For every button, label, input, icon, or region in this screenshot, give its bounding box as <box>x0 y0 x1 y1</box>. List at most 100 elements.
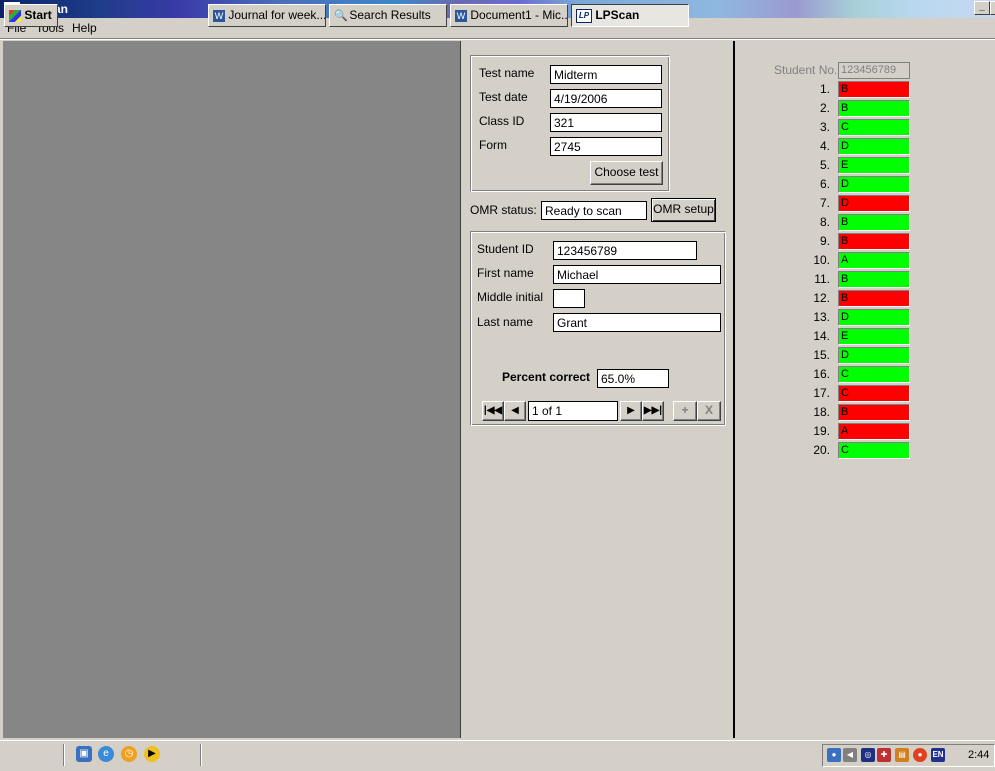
antivirus-icon[interactable]: ● <box>913 748 927 762</box>
search-icon: 🔍 <box>334 9 348 22</box>
last-record-icon[interactable]: ▶▶| <box>642 401 664 421</box>
first-name-field[interactable]: Michael <box>553 265 721 284</box>
class-id-field[interactable]: 321 <box>550 113 662 132</box>
test-date-field[interactable]: 4/19/2006 <box>550 89 662 108</box>
answer-incorrect: A <box>838 423 910 440</box>
answer-number: 18. <box>813 405 830 419</box>
menu-divider <box>0 38 995 40</box>
answer-incorrect: C <box>838 385 910 402</box>
form-label: Form <box>479 138 507 152</box>
answer-number: 3. <box>819 120 830 134</box>
language-indicator[interactable]: EN <box>931 748 945 762</box>
taskbar-separator-2 <box>200 744 202 766</box>
scan-image-panel <box>3 41 461 738</box>
answer-number: 9. <box>819 234 830 248</box>
security-icon[interactable]: ✚ <box>877 748 891 762</box>
student-id-label: Student ID <box>477 242 534 256</box>
answer-correct: D <box>838 347 910 364</box>
answer-number: 12. <box>813 291 830 305</box>
answer-incorrect: B <box>838 233 910 250</box>
answer-correct: C <box>838 366 910 383</box>
settings-icon[interactable]: ◎ <box>861 748 875 762</box>
answer-number: 16. <box>813 367 830 381</box>
middle-initial-field[interactable] <box>553 289 585 308</box>
answer-number: 10. <box>813 253 830 267</box>
answer-correct: A <box>838 252 910 269</box>
test-name-label: Test name <box>479 66 535 80</box>
omr-status-field: Ready to scan <box>541 201 647 220</box>
last-name-label: Last name <box>477 315 534 329</box>
first-name-label: First name <box>477 266 534 280</box>
task-search-results[interactable]: 🔍 Search Results <box>329 4 447 27</box>
media-player-icon[interactable]: ▶ <box>144 746 160 762</box>
answer-number: 6. <box>819 177 830 191</box>
answer-number: 20. <box>813 443 830 457</box>
first-record-icon[interactable]: |◀◀ <box>482 401 504 421</box>
word-doc-icon: W <box>213 9 225 22</box>
task-journal-label: Journal for week... <box>228 8 326 22</box>
answer-number: 15. <box>813 348 830 362</box>
maximize-button[interactable] <box>990 1 995 15</box>
prev-record-icon[interactable]: ◀ <box>504 401 526 421</box>
internet-explorer-icon[interactable]: e <box>98 746 114 762</box>
test-date-label: Test date <box>479 90 528 104</box>
answer-correct: C <box>838 119 910 136</box>
last-name-field[interactable]: Grant <box>553 313 721 332</box>
class-id-label: Class ID <box>479 114 525 128</box>
student-no-field: 123456789 <box>838 62 910 79</box>
answer-incorrect: B <box>838 81 910 98</box>
task-search-label: Search Results <box>349 8 431 22</box>
volume-icon[interactable]: ◀ <box>843 748 857 762</box>
start-button[interactable]: Start <box>4 4 58 27</box>
answer-incorrect: D <box>838 195 910 212</box>
answer-number: 2. <box>819 101 830 115</box>
task-lpscan-label: LPScan <box>595 8 640 22</box>
answer-number: 19. <box>813 424 830 438</box>
system-tray: ● ◀ ◎ ✚ ▤ ● EN 2:44 <box>822 744 995 767</box>
answer-incorrect: B <box>838 290 910 307</box>
answer-number: 17. <box>813 386 830 400</box>
omr-setup-button[interactable]: OMR setup <box>651 198 716 222</box>
middle-initial-label: Middle initial <box>477 290 544 304</box>
answer-number: 4. <box>819 139 830 153</box>
minimize-button[interactable]: _ <box>974 1 990 15</box>
task-lpscan[interactable]: LP LPScan <box>571 4 689 27</box>
word-doc-icon: W <box>455 9 467 22</box>
answer-number: 11. <box>814 272 830 286</box>
form-field[interactable]: 2745 <box>550 137 662 156</box>
start-label: Start <box>24 8 52 22</box>
answer-correct: C <box>838 442 910 459</box>
windows-logo-icon <box>9 9 21 22</box>
display-icon[interactable]: ▤ <box>895 748 909 762</box>
clock[interactable]: 2:44 <box>968 749 989 761</box>
student-no-label: Student No. <box>774 63 838 77</box>
test-name-field[interactable]: Midterm <box>550 65 662 84</box>
answer-number: 14. <box>813 329 830 343</box>
network-icon[interactable]: ● <box>827 748 841 762</box>
menu-help[interactable]: Help <box>72 21 97 35</box>
task-journal[interactable]: W Journal for week... <box>208 4 326 27</box>
task-document1-label: Document1 - Mic... <box>470 8 568 22</box>
answer-number: 8. <box>819 215 830 229</box>
answer-number: 1. <box>819 82 830 96</box>
answer-correct: D <box>838 176 910 193</box>
answer-incorrect: B <box>838 404 910 421</box>
student-id-field[interactable]: 123456789 <box>553 241 697 260</box>
clock-app-icon[interactable]: ◷ <box>121 746 137 762</box>
record-position-field: 1 of 1 <box>528 401 618 421</box>
answer-correct: D <box>838 309 910 326</box>
answer-number: 5. <box>819 158 830 172</box>
answer-correct: D <box>838 138 910 155</box>
task-document1[interactable]: W Document1 - Mic... <box>450 4 568 27</box>
choose-test-button[interactable]: Choose test <box>590 161 663 185</box>
answer-number: 13. <box>813 310 830 324</box>
percent-correct-label: Percent correct <box>502 370 591 384</box>
app-logo-icon: LP <box>576 8 592 23</box>
show-desktop-icon[interactable]: ▣ <box>76 746 92 762</box>
add-record-button[interactable]: + <box>673 401 697 421</box>
omr-status-label: OMR status: <box>470 203 537 217</box>
delete-record-button[interactable]: X <box>697 401 721 421</box>
answer-correct: E <box>838 328 910 345</box>
answer-correct: E <box>838 157 910 174</box>
next-record-icon[interactable]: ▶ <box>620 401 642 421</box>
